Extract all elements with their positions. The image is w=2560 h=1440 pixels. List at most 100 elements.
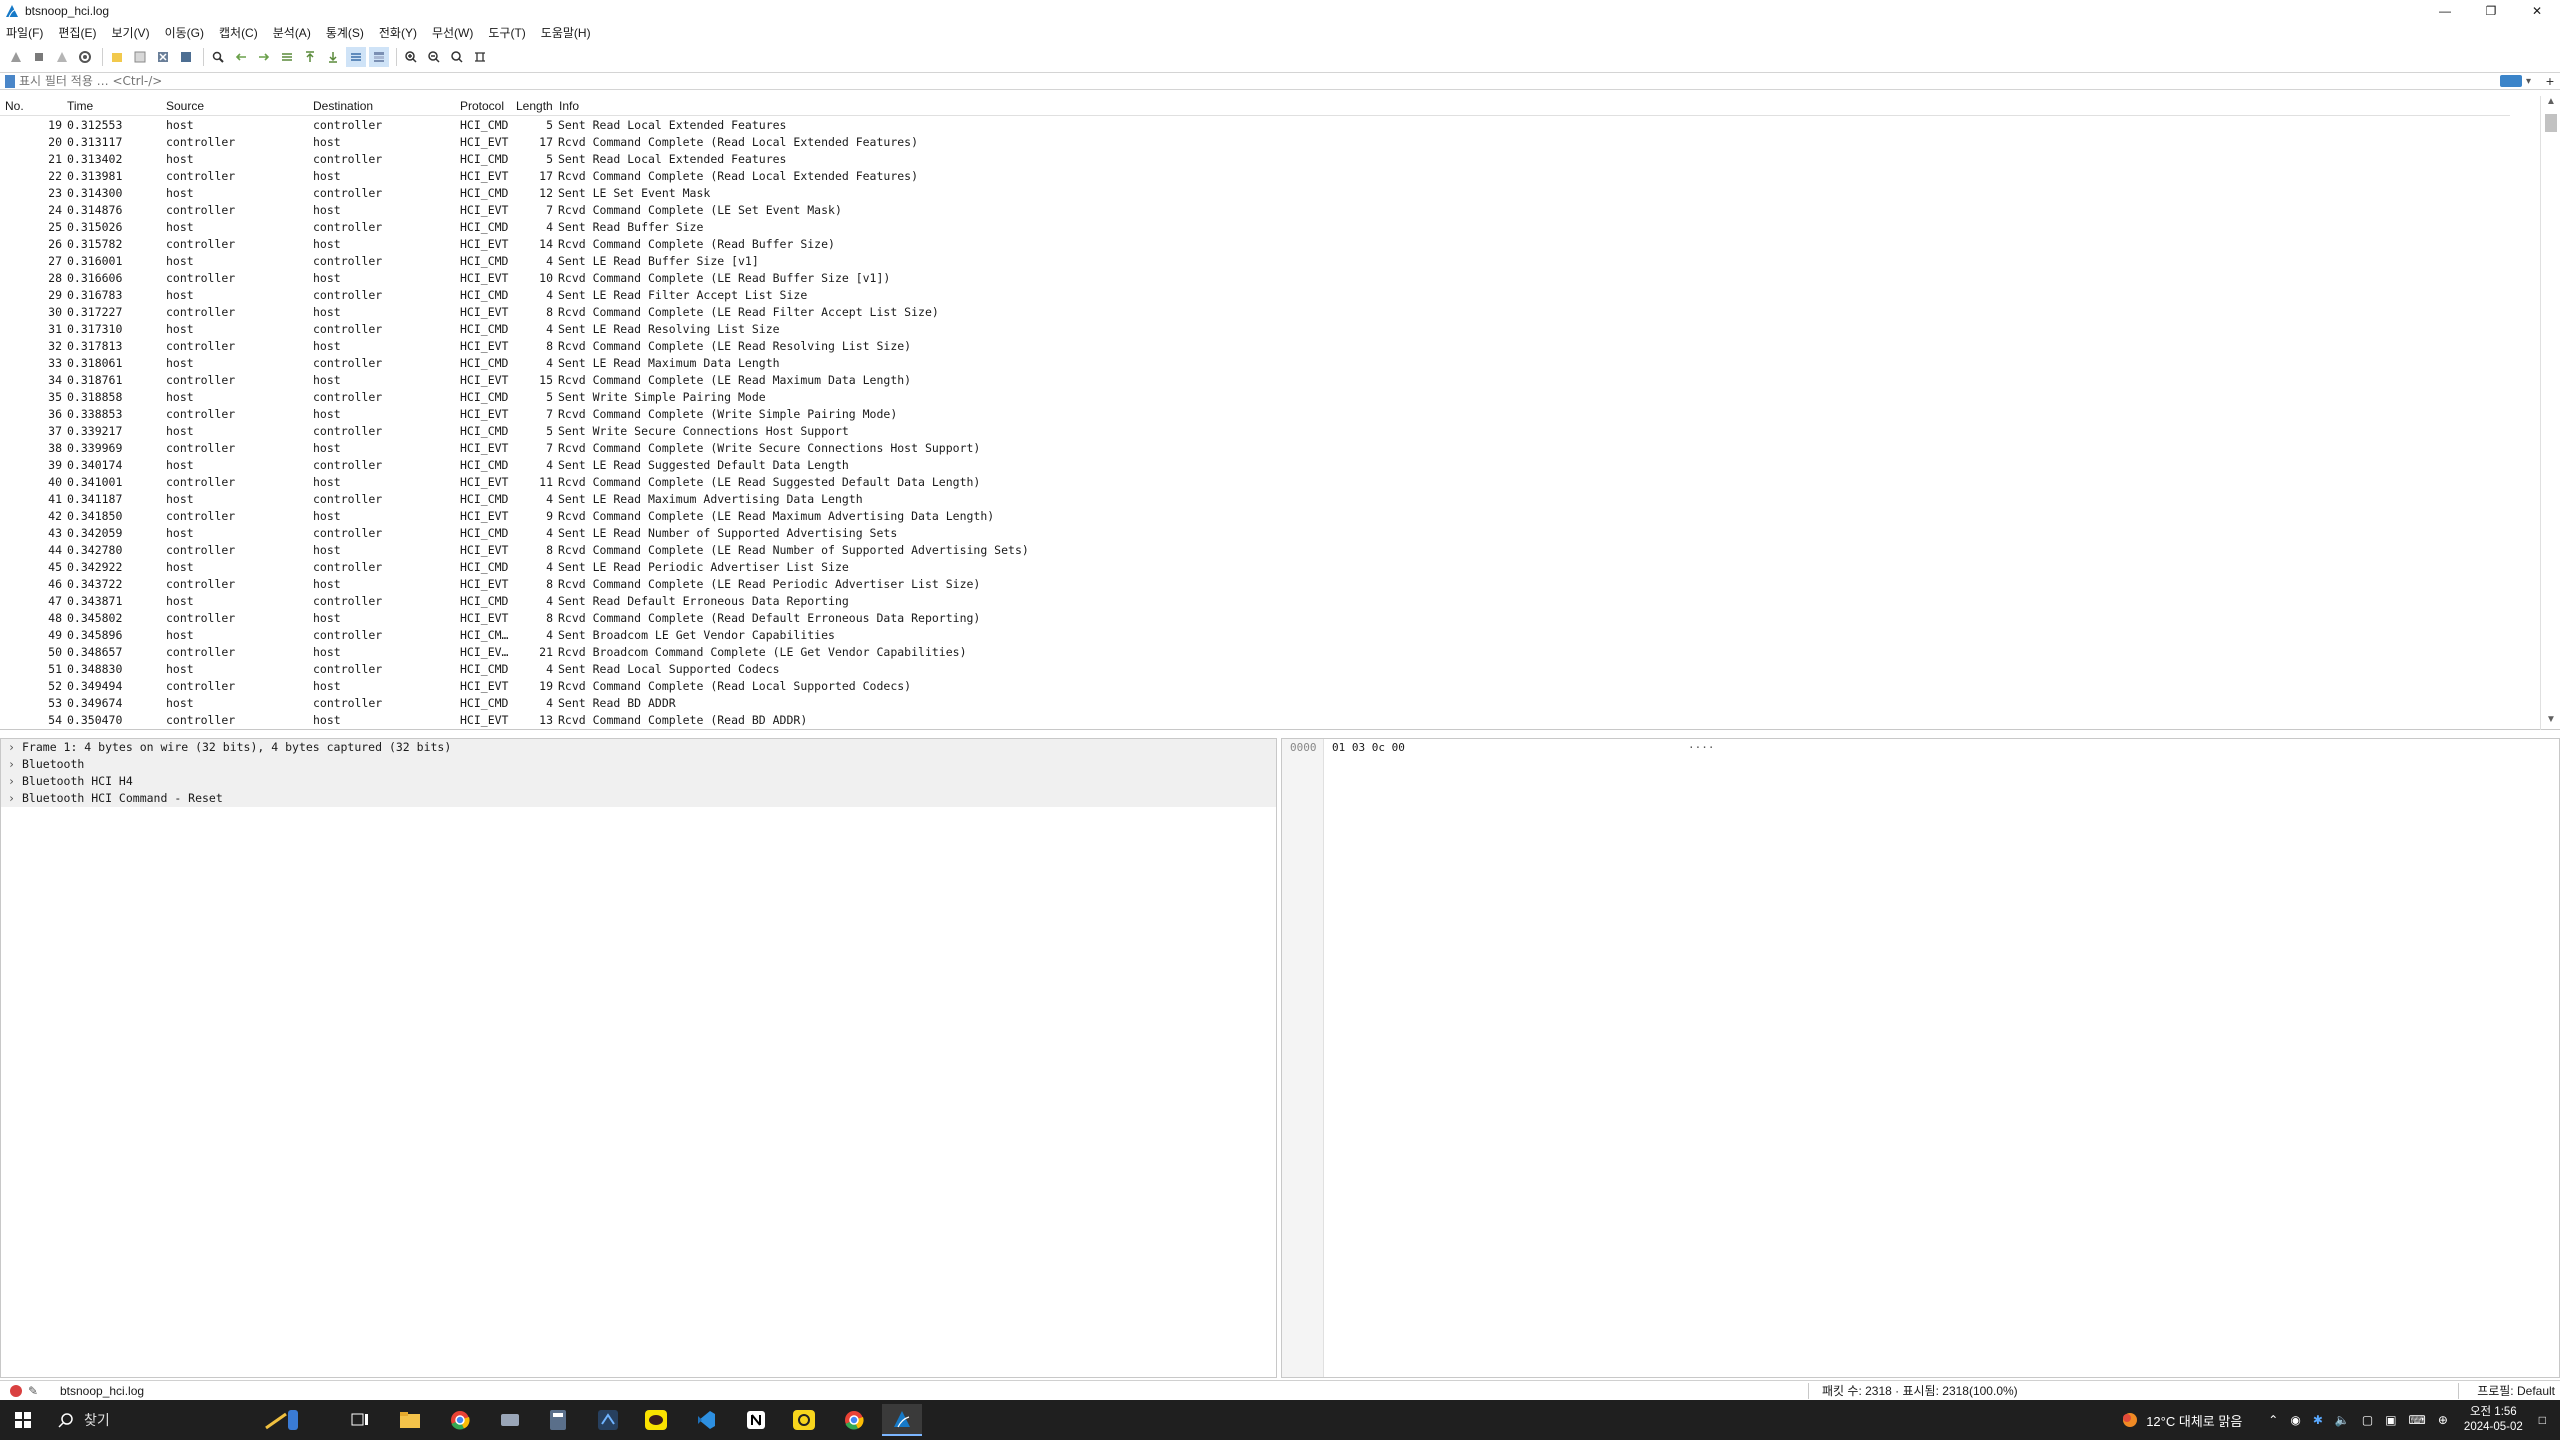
windows-start-icon[interactable]: [0, 1400, 46, 1440]
packet-row[interactable]: 31 0.317310 host controller HCI_CMD 4 Sent LE …: [0, 321, 2510, 338]
add-filter-button-icon[interactable]: +: [2540, 73, 2560, 89]
zoom-in-icon[interactable]: [401, 47, 421, 67]
menu-capture[interactable]: 캡처(C): [219, 24, 258, 41]
packet-row[interactable]: 51 0.348830 host controller HCI_CMD 4 Sent Rea…: [0, 661, 2510, 678]
volume-icon[interactable]: 🔈: [2335, 1413, 2350, 1427]
menu-wireless[interactable]: 무선(W): [432, 24, 473, 41]
menu-help[interactable]: 도움말(H): [541, 24, 591, 41]
packet-row[interactable]: 20 0.313117 controller host HCI_EVT 17 Rcvd Co…: [0, 134, 2510, 151]
filter-bookmark-icon[interactable]: [5, 74, 15, 88]
apply-filter-arrow-icon[interactable]: [2500, 75, 2522, 87]
packet-row[interactable]: 27 0.316001 host controller HCI_CMD 4 Sent LE …: [0, 253, 2510, 270]
packet-list-scrollbar[interactable]: ▲ ▼: [2540, 96, 2560, 730]
battery-icon[interactable]: ▢: [2362, 1413, 2373, 1427]
packet-row[interactable]: 39 0.340174 host controller HCI_CMD 4 Sent LE …: [0, 457, 2510, 474]
hex-bytes[interactable]: 01 03 0c 00: [1332, 741, 1405, 754]
packet-row[interactable]: 48 0.345802 controller host HCI_EVT 8 Rcvd Com…: [0, 610, 2510, 627]
ime-icon[interactable]: ⊕: [2438, 1413, 2448, 1427]
go-back-icon[interactable]: [231, 47, 251, 67]
packet-row[interactable]: 33 0.318061 host controller HCI_CMD 4 Sent LE …: [0, 355, 2510, 372]
detail-bluetooth[interactable]: › Bluetooth: [1, 756, 1276, 773]
packet-row[interactable]: 25 0.315026 host controller HCI_CMD 4 Sent Rea…: [0, 219, 2510, 236]
packet-row[interactable]: 47 0.343871 host controller HCI_CMD 4 Sent Rea…: [0, 593, 2510, 610]
expand-chevron-icon[interactable]: ›: [8, 790, 22, 807]
menu-analyze[interactable]: 분석(A): [273, 24, 311, 41]
scroll-up-icon[interactable]: ▲: [2541, 96, 2560, 112]
column-source[interactable]: Source: [166, 99, 204, 113]
scroll-thumb[interactable]: [2545, 114, 2557, 132]
packet-row[interactable]: 29 0.316783 host controller HCI_CMD 4 Sent LE …: [0, 287, 2510, 304]
close-button[interactable]: ✕: [2514, 0, 2560, 22]
expand-chevron-icon[interactable]: ›: [8, 739, 22, 756]
start-capture-icon[interactable]: [6, 47, 26, 67]
show-hidden-icons-chevron-icon[interactable]: ⌃: [2268, 1413, 2278, 1427]
packet-row[interactable]: 42 0.341850 controller host HCI_EVT 9 Rcvd Com…: [0, 508, 2510, 525]
menu-file[interactable]: 파일(F): [6, 24, 43, 41]
save-file-icon[interactable]: [130, 47, 150, 67]
packet-row[interactable]: 36 0.338853 controller host HCI_EVT 7 Rcvd Com…: [0, 406, 2510, 423]
column-length[interactable]: Length: [516, 99, 554, 113]
menu-edit[interactable]: 편집(E): [58, 24, 96, 41]
packet-row[interactable]: 44 0.342780 controller host HCI_EVT 8 Rcvd Com…: [0, 542, 2510, 559]
menu-tools[interactable]: 도구(T): [488, 24, 525, 41]
network-tool-icon[interactable]: [588, 1404, 628, 1436]
zoom-out-icon[interactable]: [424, 47, 444, 67]
ascii-bytes[interactable]: ····: [1688, 741, 1715, 754]
go-first-icon[interactable]: [300, 47, 320, 67]
edit-comment-icon[interactable]: ✎: [28, 1384, 42, 1398]
packet-row[interactable]: 41 0.341187 host controller HCI_CMD 4 Sent LE …: [0, 491, 2510, 508]
filter-history-dropdown-icon[interactable]: ▾: [2526, 76, 2540, 87]
packet-row[interactable]: 53 0.349674 host controller HCI_CMD 4 Sent Rea…: [0, 695, 2510, 712]
kakaotalk-icon[interactable]: [636, 1404, 676, 1436]
packet-row[interactable]: 40 0.341001 controller host HCI_EVT 11 Rcvd Co…: [0, 474, 2510, 491]
column-destination[interactable]: Destination: [313, 99, 373, 113]
tray-app-icon[interactable]: ◉: [2290, 1413, 2300, 1427]
chrome-icon[interactable]: [440, 1404, 480, 1436]
packet-row[interactable]: 50 0.348657 controller host HCI_EV… 21 Rcvd Br…: [0, 644, 2510, 661]
autoscroll-icon[interactable]: [346, 47, 366, 67]
go-to-packet-icon[interactable]: [277, 47, 297, 67]
packet-row[interactable]: 46 0.343722 controller host HCI_EVT 8 Rcvd Com…: [0, 576, 2510, 593]
zoom-reset-icon[interactable]: [447, 47, 467, 67]
capture-options-icon[interactable]: [75, 47, 95, 67]
packet-row[interactable]: 52 0.349494 controller host HCI_EVT 19 Rcvd Co…: [0, 678, 2510, 695]
bluetooth-icon[interactable]: ✱: [2313, 1413, 2323, 1427]
open-file-icon[interactable]: [107, 47, 127, 67]
keyboard-icon[interactable]: ⌨: [2409, 1413, 2426, 1427]
search-highlight-icon[interactable]: [262, 1404, 302, 1436]
vscode-icon[interactable]: [686, 1404, 726, 1436]
detail-hci-command[interactable]: › Bluetooth HCI Command - Reset: [1, 790, 1276, 807]
profile-indicator[interactable]: 프로필: Default: [2477, 1382, 2555, 1399]
packet-row[interactable]: 28 0.316606 controller host HCI_EVT 10 Rcvd Co…: [0, 270, 2510, 287]
detail-hci-h4[interactable]: › Bluetooth HCI H4: [1, 773, 1276, 790]
packet-row[interactable]: 24 0.314876 controller host HCI_EVT 7 Rcvd Com…: [0, 202, 2510, 219]
reload-file-icon[interactable]: [176, 47, 196, 67]
menu-go[interactable]: 이동(G): [165, 24, 204, 41]
expand-chevron-icon[interactable]: ›: [8, 756, 22, 773]
chrome-profile-icon[interactable]: [834, 1404, 874, 1436]
restore-button[interactable]: ❐: [2468, 0, 2514, 22]
packet-row[interactable]: 30 0.317227 controller host HCI_EVT 8 Rcvd Com…: [0, 304, 2510, 321]
menu-view[interactable]: 보기(V): [111, 24, 149, 41]
notifications-icon[interactable]: □: [2539, 1413, 2546, 1427]
packet-row[interactable]: 19 0.312553 host controller HCI_CMD 5 Sent Rea…: [0, 117, 2510, 134]
packet-row[interactable]: 54 0.350470 controller host HCI_EVT 13 Rcvd Co…: [0, 712, 2510, 729]
column-no[interactable]: No.: [5, 99, 24, 113]
display-filter-input[interactable]: [19, 73, 2500, 89]
find-packet-icon[interactable]: [208, 47, 228, 67]
wireshark-taskbar-icon[interactable]: [882, 1404, 922, 1436]
column-info[interactable]: Info: [559, 99, 579, 113]
snipping-tool-icon[interactable]: [490, 1404, 530, 1436]
expert-info-icon[interactable]: [10, 1384, 22, 1397]
menu-statistics[interactable]: 통계(S): [326, 24, 364, 41]
packet-row[interactable]: 37 0.339217 host controller HCI_CMD 5 Sent Wri…: [0, 423, 2510, 440]
colorize-icon[interactable]: [369, 47, 389, 67]
snipping-app-icon[interactable]: [784, 1404, 824, 1436]
menu-telephony[interactable]: 전화(Y): [379, 24, 417, 41]
scroll-down-icon[interactable]: ▼: [2541, 714, 2560, 730]
taskbar-clock[interactable]: 오전 1:56 2024-05-02: [2464, 1405, 2523, 1435]
detail-frame[interactable]: › Frame 1: 4 bytes on wire (32 bits), 4 b…: [1, 739, 1276, 756]
packet-row[interactable]: 45 0.342922 host controller HCI_CMD 4 Sent LE …: [0, 559, 2510, 576]
packet-row[interactable]: 49 0.345896 host controller HCI_CM… 4 Sent Bro…: [0, 627, 2510, 644]
task-view-icon[interactable]: [340, 1404, 380, 1436]
